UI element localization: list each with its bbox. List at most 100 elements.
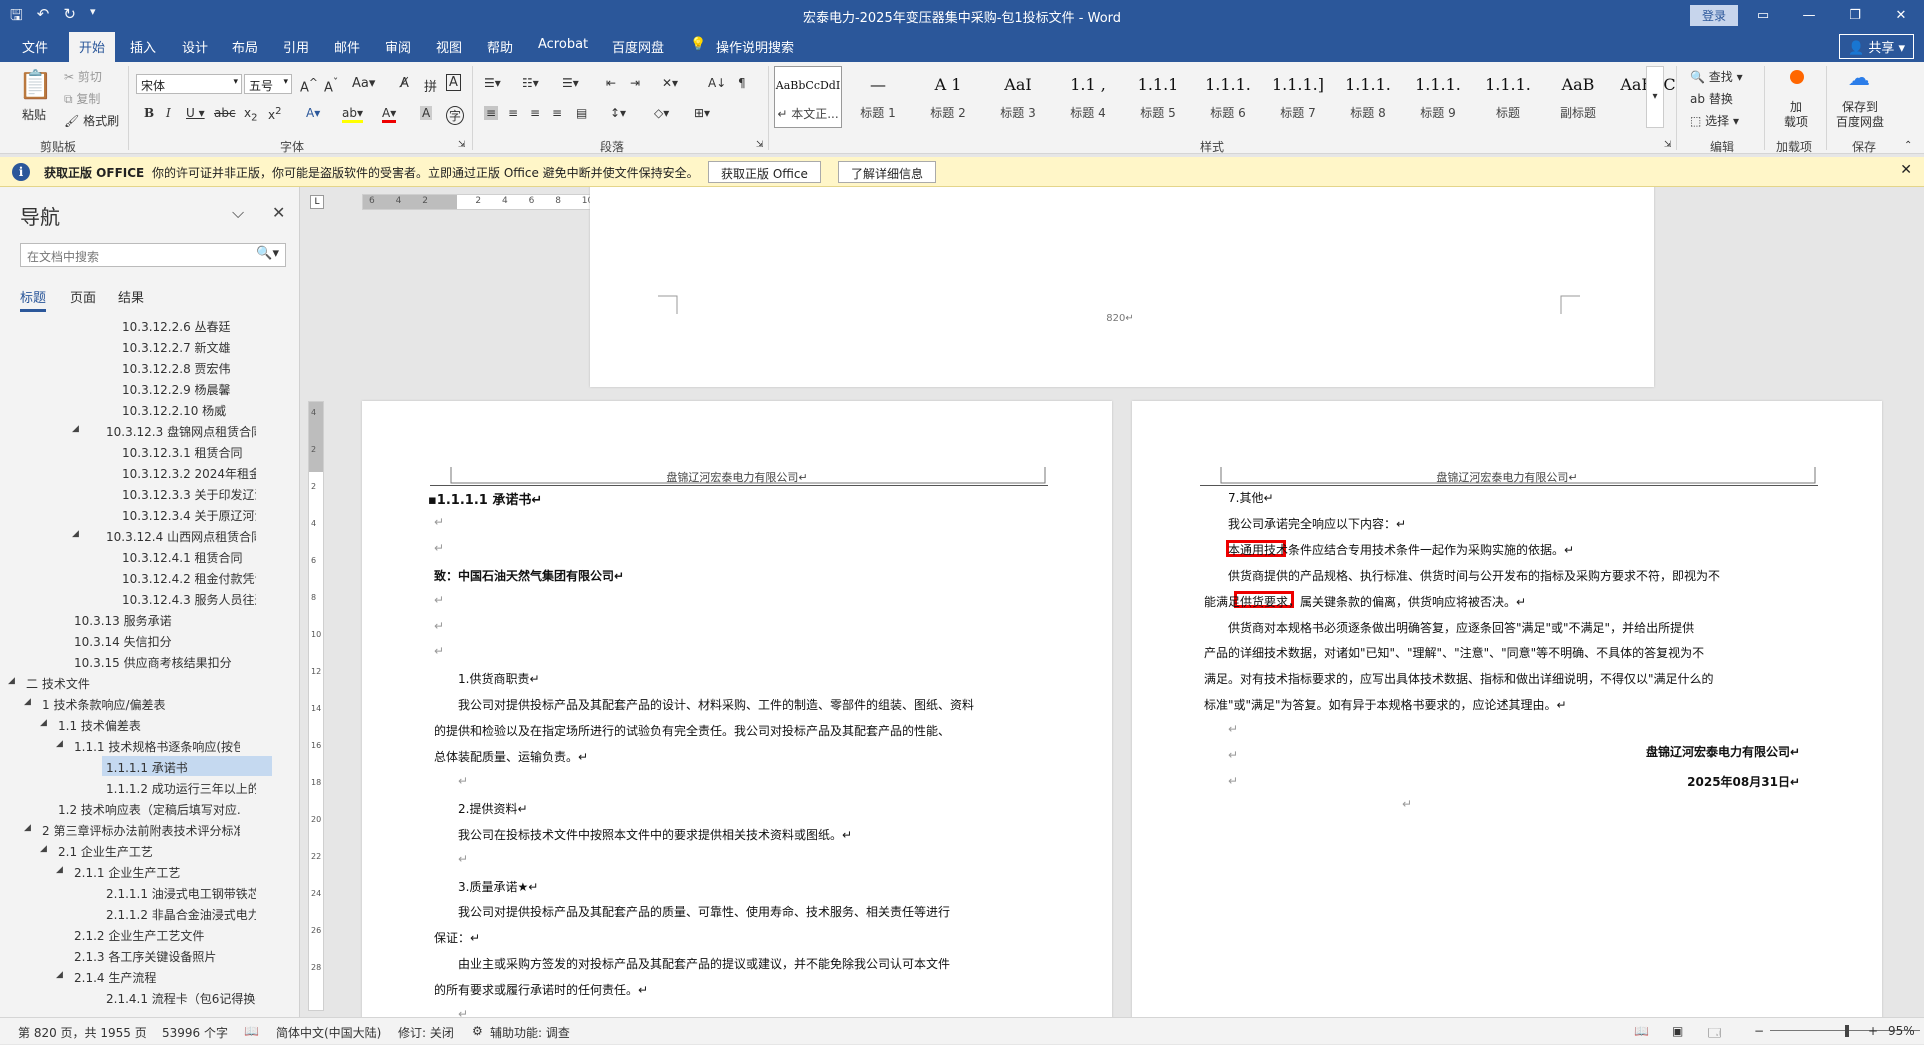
character-border-icon[interactable]: A xyxy=(446,74,461,91)
decrease-indent-icon[interactable]: ⇤ xyxy=(606,76,616,90)
nav-heading-item[interactable]: 2 第三章评标办法前附表技术评分标准... xyxy=(38,819,240,839)
nav-heading-item[interactable]: 二 技术文件 xyxy=(22,672,240,692)
tab-review[interactable]: 审阅 xyxy=(385,37,411,56)
sort-icon[interactable]: A↓ xyxy=(708,76,726,90)
nav-heading-item[interactable]: 10.3.12.2.9 杨晨馨 xyxy=(118,378,256,398)
tell-me-search[interactable]: 操作说明搜索 xyxy=(716,37,794,56)
style-item[interactable]: 1.1.1. 标题 9 xyxy=(1404,66,1472,128)
shading-icon[interactable]: ◇▾ xyxy=(654,106,669,120)
nav-heading-item[interactable]: 10.3.12.3.3 关于印发辽河... xyxy=(118,483,256,503)
collapse-triangle-icon[interactable]: ◢ xyxy=(8,676,15,686)
font-name-combo[interactable]: 宋体 ▾ xyxy=(136,74,242,94)
strikethrough-icon[interactable]: abc xyxy=(214,106,236,120)
tab-home[interactable]: 开始 xyxy=(69,32,116,64)
addins-button[interactable]: 加 载项 xyxy=(1784,100,1808,130)
minimize-icon[interactable]: — xyxy=(1786,0,1832,30)
nav-heading-item[interactable]: 2.1 企业生产工艺 xyxy=(54,840,240,860)
tab-view[interactable]: 视图 xyxy=(436,37,462,56)
nav-heading-item[interactable]: 2.1.1.1 油浸式电工钢带铁芯... xyxy=(102,882,256,902)
close-icon[interactable]: ✕ xyxy=(1900,162,1912,178)
tab-insert[interactable]: 插入 xyxy=(130,37,156,56)
collapse-triangle-icon[interactable]: ◢ xyxy=(40,718,47,728)
tab-results[interactable]: 结果 xyxy=(118,287,144,306)
nav-heading-item[interactable]: 10.3.12.4.2 租金付款凭证 xyxy=(118,567,256,587)
nav-heading-item[interactable]: 10.3.15 供应商考核结果扣分（... xyxy=(70,651,240,671)
phonetic-guide-icon[interactable]: 拼 xyxy=(424,76,437,95)
nav-heading-item[interactable]: 10.3.12.3.1 租赁合同 xyxy=(118,441,256,461)
page-left[interactable]: 盘锦辽河宏泰电力有限公司↵ ▪1.1.1.1 承诺书↵ ↵ ↵ 致：中国石油天然气集团… xyxy=(362,401,1112,1017)
superscript-icon[interactable]: x2 xyxy=(268,106,281,122)
asian-layout-icon[interactable]: ✕▾ xyxy=(662,76,678,90)
align-left-icon[interactable]: ≡ xyxy=(484,106,499,120)
styles-more-icon[interactable]: ▾ xyxy=(1646,66,1664,128)
distribute-icon[interactable]: ▤ xyxy=(576,106,587,120)
nav-heading-item[interactable]: 10.3.12.4 山西网点租赁合同... xyxy=(102,525,256,545)
learn-more-button[interactable]: 了解详细信息 xyxy=(838,161,937,183)
nav-heading-item[interactable]: 10.3.12.3.4 关于原辽河油... xyxy=(118,504,256,524)
nav-heading-item[interactable]: 10.3.14 失信扣分 xyxy=(70,630,240,650)
align-right-icon[interactable]: ≡ xyxy=(530,106,540,120)
nav-heading-item[interactable]: 10.3.12.2.6 丛春廷 xyxy=(118,315,256,335)
paste-icon[interactable]: 📋 xyxy=(18,68,53,101)
close-icon[interactable]: ✕ xyxy=(1878,0,1924,30)
nav-heading-item[interactable]: 1.2 技术响应表（定稿后填写对应... xyxy=(54,798,240,818)
highlight-color-icon[interactable]: ab▾ xyxy=(342,106,363,123)
addins-icon[interactable] xyxy=(1790,70,1804,84)
line-spacing-icon[interactable]: ↕▾ xyxy=(610,106,626,120)
font-size-combo[interactable]: 五号 ▾ xyxy=(244,74,292,94)
multilevel-list-icon[interactable]: ☰▾ xyxy=(562,76,579,90)
character-shading-icon[interactable]: A xyxy=(420,106,433,120)
grow-font-icon[interactable]: A^ xyxy=(300,76,318,95)
nav-heading-item[interactable]: 10.3.12.2.7 新文雄 xyxy=(118,336,256,356)
vertical-ruler[interactable]: 4 2 2 4 6 8 10 12 14 16 18 20 22 24 26 28 xyxy=(308,401,324,1011)
tab-mailings[interactable]: 邮件 xyxy=(334,37,360,56)
align-center-icon[interactable]: ≡ xyxy=(508,106,518,120)
style-item[interactable]: — 标题 1 xyxy=(844,66,912,128)
nav-heading-item[interactable]: 1.1.1 技术规格书逐条响应(按包... xyxy=(70,735,240,755)
tab-references[interactable]: 引用 xyxy=(283,37,309,56)
collapse-triangle-icon[interactable]: ◢ xyxy=(56,865,63,875)
select-button[interactable]: ⬚ 选择 ▾ xyxy=(1690,112,1739,129)
underline-icon[interactable]: U ▾ xyxy=(186,106,205,120)
collapse-triangle-icon[interactable]: ◢ xyxy=(72,529,79,539)
zoom-in-icon[interactable]: + xyxy=(1868,1024,1878,1038)
collapse-triangle-icon[interactable]: ◢ xyxy=(56,970,63,980)
style-item[interactable]: 1.1.1 标题 5 xyxy=(1124,66,1192,128)
get-genuine-office-button[interactable]: 获取正版 Office xyxy=(708,161,821,183)
increase-indent-icon[interactable]: ⇥ xyxy=(630,76,640,90)
cut-button[interactable]: ✂ 剪切 xyxy=(64,68,102,85)
styles-dialog-launcher-icon[interactable]: ⇲ xyxy=(1664,140,1672,150)
nav-heading-item[interactable]: 2.1.2 企业生产工艺文件 xyxy=(70,924,240,944)
style-item[interactable]: A 1 标题 2 xyxy=(914,66,982,128)
style-item[interactable]: 1.1.1.] 标题 7 xyxy=(1264,66,1332,128)
bullets-icon[interactable]: ☰▾ xyxy=(484,76,501,90)
nav-scrollbar[interactable] xyxy=(290,315,298,1015)
collapse-triangle-icon[interactable]: ◢ xyxy=(40,844,47,854)
nav-heading-item[interactable]: 1.1 技术偏差表 xyxy=(54,714,240,734)
word-count[interactable]: 53996 个字 xyxy=(162,1024,228,1041)
nav-heading-item[interactable]: 1.1.1.2 成功运行三年以上的... xyxy=(102,777,256,797)
style-item[interactable]: 1.1.1. 标题 xyxy=(1474,66,1542,128)
print-layout-icon[interactable]: ▣ xyxy=(1672,1024,1683,1038)
restore-icon[interactable]: ❐ xyxy=(1832,0,1878,30)
style-item[interactable]: 1.1 , 标题 4 xyxy=(1054,66,1122,128)
ribbon-display-options-icon[interactable]: ▭ xyxy=(1740,0,1786,30)
replace-button[interactable]: ab 替换 xyxy=(1690,90,1733,107)
accessibility-status[interactable]: 辅助功能: 调查 xyxy=(490,1024,570,1041)
search-icon[interactable]: 🔍▾ xyxy=(256,246,279,261)
tab-layout[interactable]: 布局 xyxy=(232,37,258,56)
change-case-icon[interactable]: Aa▾ xyxy=(352,76,375,91)
collapse-ribbon-icon[interactable]: ⌃ xyxy=(1904,140,1912,151)
style-item[interactable]: 1.1.1. 标题 8 xyxy=(1334,66,1402,128)
style-item[interactable]: AaBbCcDdI ↵ 本文正... xyxy=(774,66,842,128)
zoom-slider-thumb[interactable] xyxy=(1845,1025,1849,1037)
subscript-icon[interactable]: x2 xyxy=(244,106,257,123)
baidu-cloud-icon[interactable]: ☁ xyxy=(1848,66,1870,91)
style-item[interactable]: 1.1.1. 标题 6 xyxy=(1194,66,1262,128)
login-button[interactable]: 登录 xyxy=(1690,5,1739,26)
page-right[interactable]: 盘锦辽河宏泰电力有限公司↵ 盘锦辽河宏泰电力有限公司↵ 2025年08月31日↵… xyxy=(1132,401,1882,1017)
collapse-triangle-icon[interactable]: ◢ xyxy=(56,739,63,749)
nav-heading-item[interactable]: 1 技术条款响应/偏差表 xyxy=(38,693,240,713)
collapse-triangle-icon[interactable]: ◢ xyxy=(72,424,79,434)
collapse-triangle-icon[interactable]: ◢ xyxy=(24,697,31,707)
